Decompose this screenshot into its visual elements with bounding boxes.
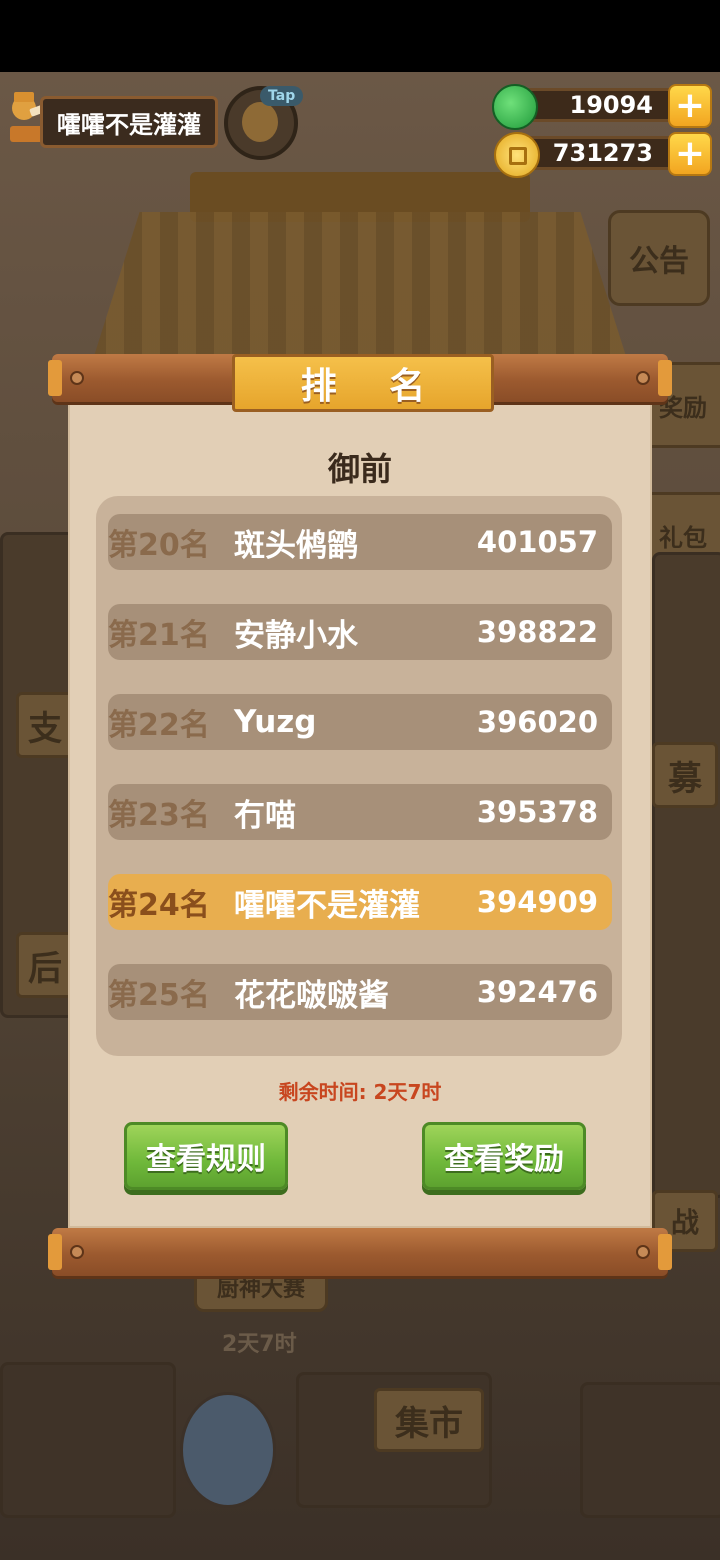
coin-amount: 731273 (552, 139, 653, 167)
ranking-row: 第20名 斑头鸺鹠 401057 (108, 514, 612, 570)
market-sign[interactable]: 集市 (374, 1388, 484, 1452)
scroll-bottom-rod (48, 1228, 672, 1276)
player-name-plate[interactable]: 嚯嚯不是灌灌 (40, 96, 218, 148)
side-sign-left-1-label: 支 (28, 708, 62, 749)
player-name: 冇喵 (234, 797, 296, 834)
score: 396020 (476, 705, 598, 739)
player-name: Yuzg (234, 704, 317, 740)
view-rewards-label: 查看奖励 (444, 1142, 564, 1177)
right-building (652, 552, 720, 1198)
gift-label: 礼包 (659, 523, 707, 552)
modal-title-text: 排 名 (300, 366, 446, 407)
stall-left (0, 1362, 176, 1518)
side-sign-right-1-label: 募 (668, 758, 702, 799)
player-name: 嚯嚯不是灌灌 (57, 110, 201, 139)
score: 395378 (476, 795, 598, 829)
jade-amount: 19094 (569, 91, 654, 119)
side-sign-right-2-label: 战 (670, 1206, 699, 1239)
rank-label: 第25名 (108, 978, 210, 1013)
score: 392476 (476, 975, 598, 1009)
player-name: 花花啵啵酱 (234, 977, 389, 1014)
side-sign-right-1: 募 (652, 742, 718, 808)
rank-label: 第24名 (108, 888, 210, 923)
view-rewards-button[interactable]: 查看奖励 (422, 1122, 586, 1190)
ranking-row: 第21名 安静小水 398822 (108, 604, 612, 660)
score: 401057 (476, 525, 598, 559)
stall-right (580, 1382, 720, 1518)
player-name: 斑头鸺鹠 (234, 527, 358, 564)
plus-icon: + (674, 133, 706, 174)
coin-icon (494, 132, 540, 178)
league-name: 御前 (327, 450, 392, 488)
score: 394909 (476, 885, 598, 919)
status-bar (0, 0, 720, 72)
ranking-row: 第25名 花花啵啵酱 392476 (108, 964, 612, 1020)
rank-label: 第20名 (108, 528, 210, 563)
character-face-icon (242, 102, 278, 142)
duck-character (180, 1392, 276, 1508)
coin-add-button[interactable]: + (668, 132, 712, 176)
player-name: 安静小水 (234, 617, 358, 654)
chef-contest-time: 2天7时 (222, 1332, 297, 1357)
player-name: 嚯嚯不是灌灌 (234, 887, 420, 924)
score: 398822 (476, 615, 598, 649)
side-sign-left-2-label: 后 (28, 948, 62, 989)
notice-button[interactable]: 公告 (608, 210, 710, 306)
notice-label: 公告 (629, 244, 689, 279)
side-sign-left-1: 支 (16, 692, 74, 758)
market-label: 集市 (395, 1403, 463, 1444)
ranking-row: 第22名 Yuzg 396020 (108, 694, 612, 750)
side-sign-left-2: 后 (16, 932, 74, 998)
ranking-row-current-player: 第24名 嚯嚯不是灌灌 394909 (108, 874, 612, 930)
tap-label: Tap (260, 86, 304, 106)
view-rules-label: 查看规则 (146, 1142, 266, 1177)
time-remaining: 剩余时间: 2天7时 (278, 1080, 442, 1104)
modal-title: 排 名 (232, 354, 494, 412)
jade-icon (492, 84, 538, 130)
rank-label: 第22名 (108, 708, 210, 743)
view-rules-button[interactable]: 查看规则 (124, 1122, 288, 1190)
rank-label: 第21名 (108, 618, 210, 653)
jade-add-button[interactable]: + (668, 84, 712, 128)
ranking-row: 第23名 冇喵 395378 (108, 784, 612, 840)
plus-icon: + (674, 85, 706, 126)
rank-label: 第23名 (108, 798, 210, 833)
